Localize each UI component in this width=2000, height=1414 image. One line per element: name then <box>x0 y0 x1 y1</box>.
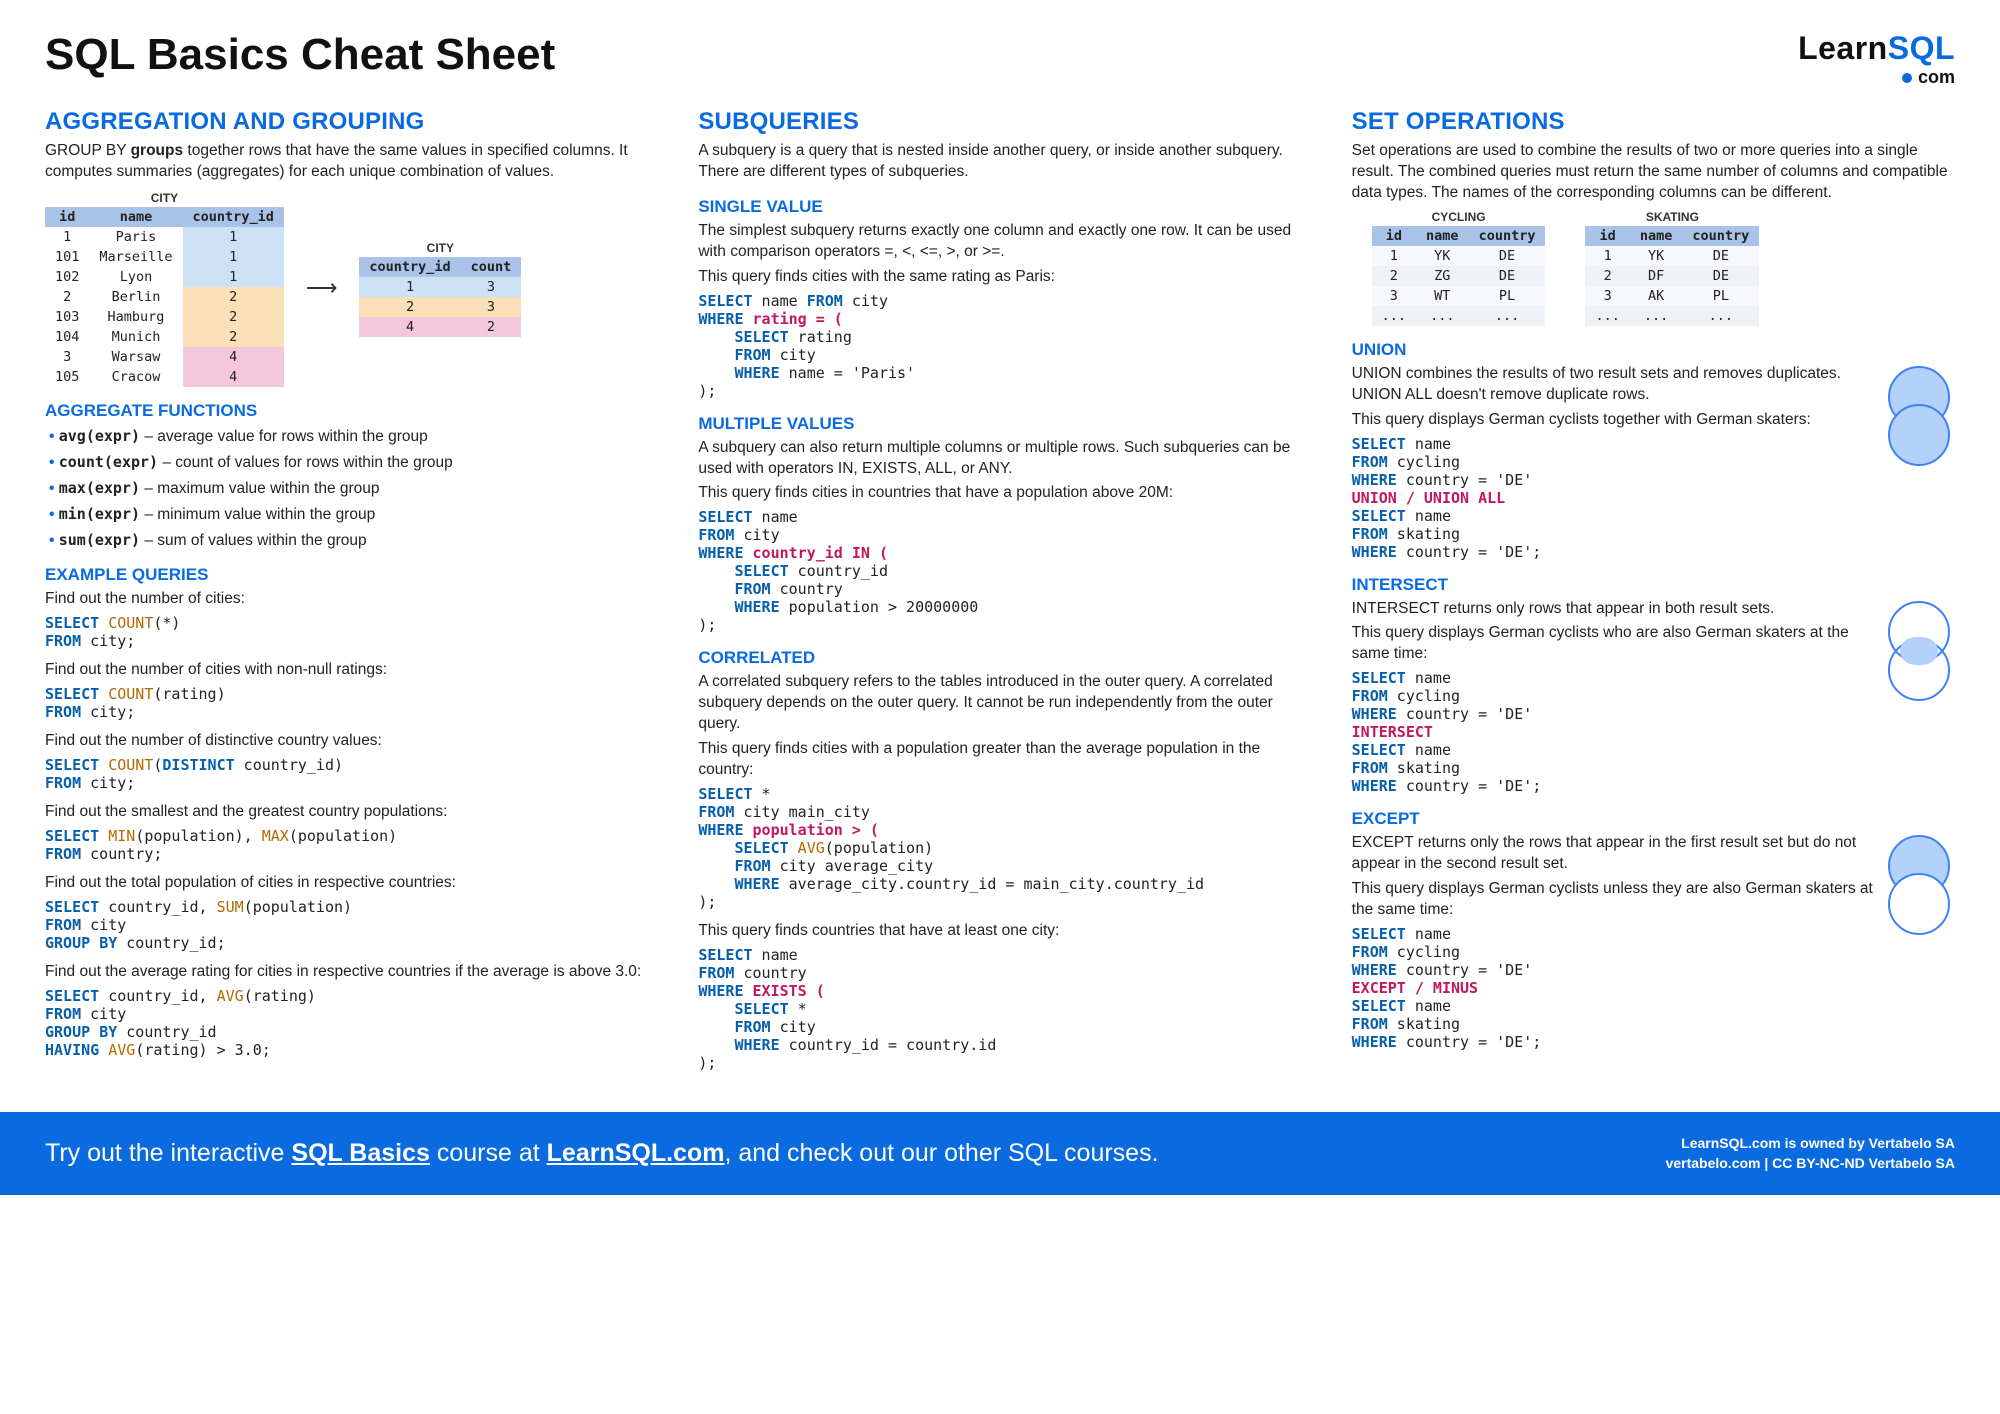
intersect-code: SELECT name FROM cycling WHERE country =… <box>1352 669 1955 795</box>
page-title: SQL Basics Cheat Sheet <box>45 30 555 80</box>
except-label: This query displays German cyclists unle… <box>1352 879 1955 921</box>
heading-multiple-values: MULTIPLE VALUES <box>698 414 1301 434</box>
city-agg-caption: CITY <box>359 239 521 257</box>
heading-single-value: SINGLE VALUE <box>698 197 1301 217</box>
example-label: Find out the total population of cities … <box>45 873 648 894</box>
logo-learn: Learn <box>1798 30 1888 66</box>
example-code: SELECT COUNT(rating) FROM city; <box>45 685 648 721</box>
cycling-table: CYCLING idnamecountry 1YKDE2ZGDE3WTPL...… <box>1372 208 1546 326</box>
heading-example-queries: EXAMPLE QUERIES <box>45 565 648 585</box>
logo: LearnSQL com <box>1798 30 1955 88</box>
venn-except-icon <box>1885 833 1955 938</box>
aggregation-intro: GROUP BY groups together rows that have … <box>45 141 648 183</box>
single-value-desc: The simplest subquery returns exactly on… <box>698 221 1301 263</box>
example-label: Find out the smallest and the greatest c… <box>45 802 648 823</box>
example-code: SELECT MIN(population), MAX(population) … <box>45 827 648 863</box>
heading-subqueries: SUBQUERIES <box>698 108 1301 136</box>
correlated-label-2: This query finds countries that have at … <box>698 921 1301 942</box>
multiple-values-label: This query finds cities in countries tha… <box>698 483 1301 504</box>
aggregate-functions-list: avg(expr) – average value for rows withi… <box>45 426 648 552</box>
heading-aggregate-functions: AGGREGATE FUNCTIONS <box>45 401 648 421</box>
heading-set-operations: SET OPERATIONS <box>1352 108 1955 136</box>
single-value-label: This query finds cities with the same ra… <box>698 267 1301 288</box>
venn-intersect-icon <box>1885 599 1955 704</box>
union-desc: UNION combines the results of two result… <box>1352 364 1955 406</box>
intersect-desc: INTERSECT returns only rows that appear … <box>1352 599 1955 620</box>
example-label: Find out the average rating for cities i… <box>45 962 648 983</box>
footer: Try out the interactive SQL Basics cours… <box>0 1112 2000 1195</box>
footer-credits: LearnSQL.com is owned by Vertabelo SA ve… <box>1666 1134 1955 1173</box>
example-code: SELECT COUNT(*) FROM city; <box>45 614 648 650</box>
except-code: SELECT name FROM cycling WHERE country =… <box>1352 925 1955 1051</box>
heading-intersect: INTERSECT <box>1352 575 1955 595</box>
example-label: Find out the number of cities: <box>45 589 648 610</box>
subqueries-intro: A subquery is a query that is nested ins… <box>698 141 1301 183</box>
heading-except: EXCEPT <box>1352 809 1955 829</box>
arrow-icon: ⟶ <box>306 275 338 301</box>
city-table-caption: CITY <box>45 189 284 207</box>
correlated-code-2: SELECT name FROM country WHERE EXISTS ( … <box>698 946 1301 1072</box>
heading-aggregation: AGGREGATION AND GROUPING <box>45 108 648 136</box>
city-table: CITY idnamecountry_id 1Paris1101Marseill… <box>45 189 284 387</box>
multiple-values-desc: A subquery can also return multiple colu… <box>698 438 1301 480</box>
correlated-label-1: This query finds cities with a populatio… <box>698 739 1301 781</box>
example-label: Find out the number of distinctive count… <box>45 731 648 752</box>
intersect-label: This query displays German cyclists who … <box>1352 623 1955 665</box>
city-agg-table: CITY country_idcount 132342 <box>359 239 521 337</box>
single-value-code: SELECT name FROM city WHERE rating = ( S… <box>698 292 1301 400</box>
example-code: SELECT country_id, SUM(population) FROM … <box>45 898 648 952</box>
logo-com: com <box>1918 67 1955 87</box>
heading-union: UNION <box>1352 340 1955 360</box>
footer-text: Try out the interactive SQL Basics cours… <box>45 1139 1159 1168</box>
multiple-values-code: SELECT name FROM city WHERE country_id I… <box>698 508 1301 634</box>
heading-correlated: CORRELATED <box>698 648 1301 668</box>
venn-union-icon <box>1885 364 1955 469</box>
correlated-desc: A correlated subquery refers to the tabl… <box>698 672 1301 735</box>
set-operations-intro: Set operations are used to combine the r… <box>1352 141 1955 204</box>
column-set-operations: SET OPERATIONS Set operations are used t… <box>1352 98 1955 1082</box>
union-label: This query displays German cyclists toge… <box>1352 410 1955 431</box>
except-desc: EXCEPT returns only the rows that appear… <box>1352 833 1955 875</box>
column-aggregation: AGGREGATION AND GROUPING GROUP BY groups… <box>45 98 648 1082</box>
logo-sql: SQL <box>1888 30 1955 66</box>
example-label: Find out the number of cities with non-n… <box>45 660 648 681</box>
example-code: SELECT COUNT(DISTINCT country_id) FROM c… <box>45 756 648 792</box>
column-subqueries: SUBQUERIES A subquery is a query that is… <box>698 98 1301 1082</box>
logo-dot-icon <box>1902 73 1912 83</box>
union-code: SELECT name FROM cycling WHERE country =… <box>1352 435 1955 561</box>
correlated-code-1: SELECT * FROM city main_city WHERE popul… <box>698 785 1301 911</box>
example-code: SELECT country_id, AVG(rating) FROM city… <box>45 987 648 1059</box>
skating-table: SKATING idnamecountry 1YKDE2DFDE3AKPL...… <box>1585 208 1759 326</box>
